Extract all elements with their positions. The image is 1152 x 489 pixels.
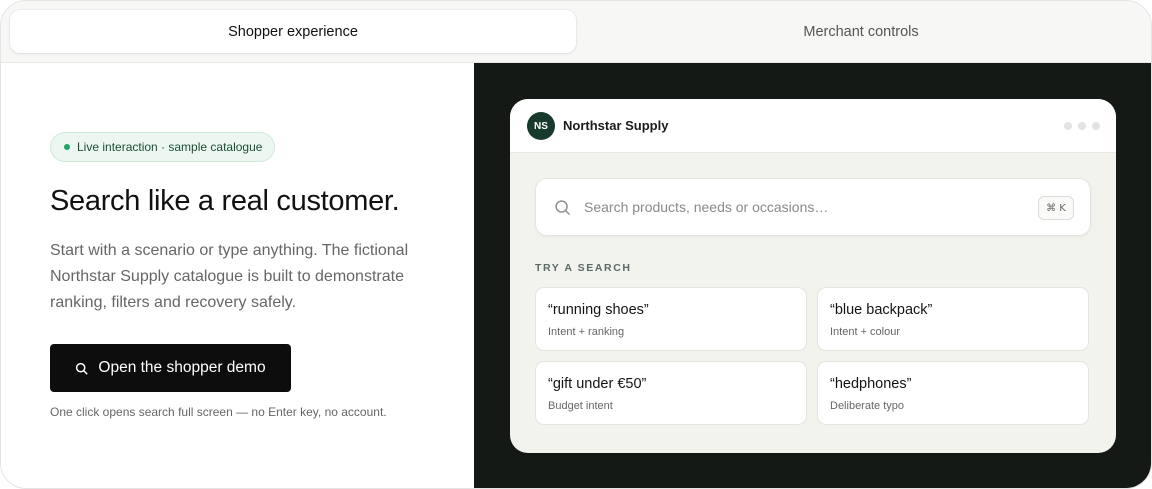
suggestion-query: “gift under €50” (548, 376, 647, 392)
avatar: NS (527, 112, 555, 140)
storefront-header: NS Northstar Supply (510, 99, 1116, 153)
suggestion-card[interactable]: “blue backpack” Intent + colour (817, 287, 1089, 351)
status-badge: Live interaction · sample catalogue (50, 132, 276, 162)
suggestion-query: “running shoes” (548, 302, 649, 318)
live-dot-icon (64, 144, 70, 150)
intro-description: Start with a scenario or type anything. … (50, 242, 409, 311)
suggestion-hint: Deliberate typo (830, 400, 904, 412)
suggestion-hint: Intent + ranking (548, 326, 625, 338)
suggestion-card[interactable]: “running shoes” Intent + ranking (535, 287, 807, 351)
try-search-heading: TRY A SEARCH (535, 262, 632, 274)
suggestion-query: “hedphones” (830, 376, 912, 392)
cta-note: One click opens search full screen — no … (50, 405, 387, 419)
tab-shopper-experience[interactable]: Shopper experience (10, 10, 576, 53)
shopper-preview-panel: NS Northstar Supply Search products, nee… (474, 63, 1151, 488)
search-icon (76, 362, 88, 375)
app-frame: Shopper experience Merchant controls Liv… (0, 0, 1152, 489)
shortcut-badge: ⌘ K (1038, 196, 1074, 220)
intro-panel: Live interaction · sample catalogue Sear… (1, 63, 474, 488)
search-placeholder: Search products, needs or occasions… (584, 199, 829, 215)
suggestion-query: “blue backpack” (830, 302, 933, 318)
store-name: Northstar Supply (563, 118, 669, 133)
status-badge-label: Live interaction · sample catalogue (77, 140, 263, 154)
suggestion-hint: Budget intent (548, 400, 613, 412)
window-dot-icon (1064, 122, 1072, 130)
window-dots (1064, 122, 1100, 130)
search-input[interactable]: Search products, needs or occasions… ⌘ K (535, 178, 1091, 236)
tab-bar: Shopper experience Merchant controls (1, 1, 1151, 63)
open-shopper-demo-label: Open the shopper demo (98, 359, 266, 376)
tab-merchant-controls[interactable]: Merchant controls (578, 10, 1144, 53)
suggestion-card[interactable]: “gift under €50” Budget intent (535, 361, 807, 425)
window-dot-icon (1078, 122, 1086, 130)
window-dot-icon (1092, 122, 1100, 130)
suggestion-hint: Intent + colour (830, 326, 901, 338)
search-icon (555, 200, 570, 215)
page-title: Search like a real customer. (50, 185, 400, 217)
open-shopper-demo-button[interactable]: Open the shopper demo (50, 344, 291, 392)
storefront-window: NS Northstar Supply Search products, nee… (510, 99, 1116, 453)
suggestion-card[interactable]: “hedphones” Deliberate typo (817, 361, 1089, 425)
